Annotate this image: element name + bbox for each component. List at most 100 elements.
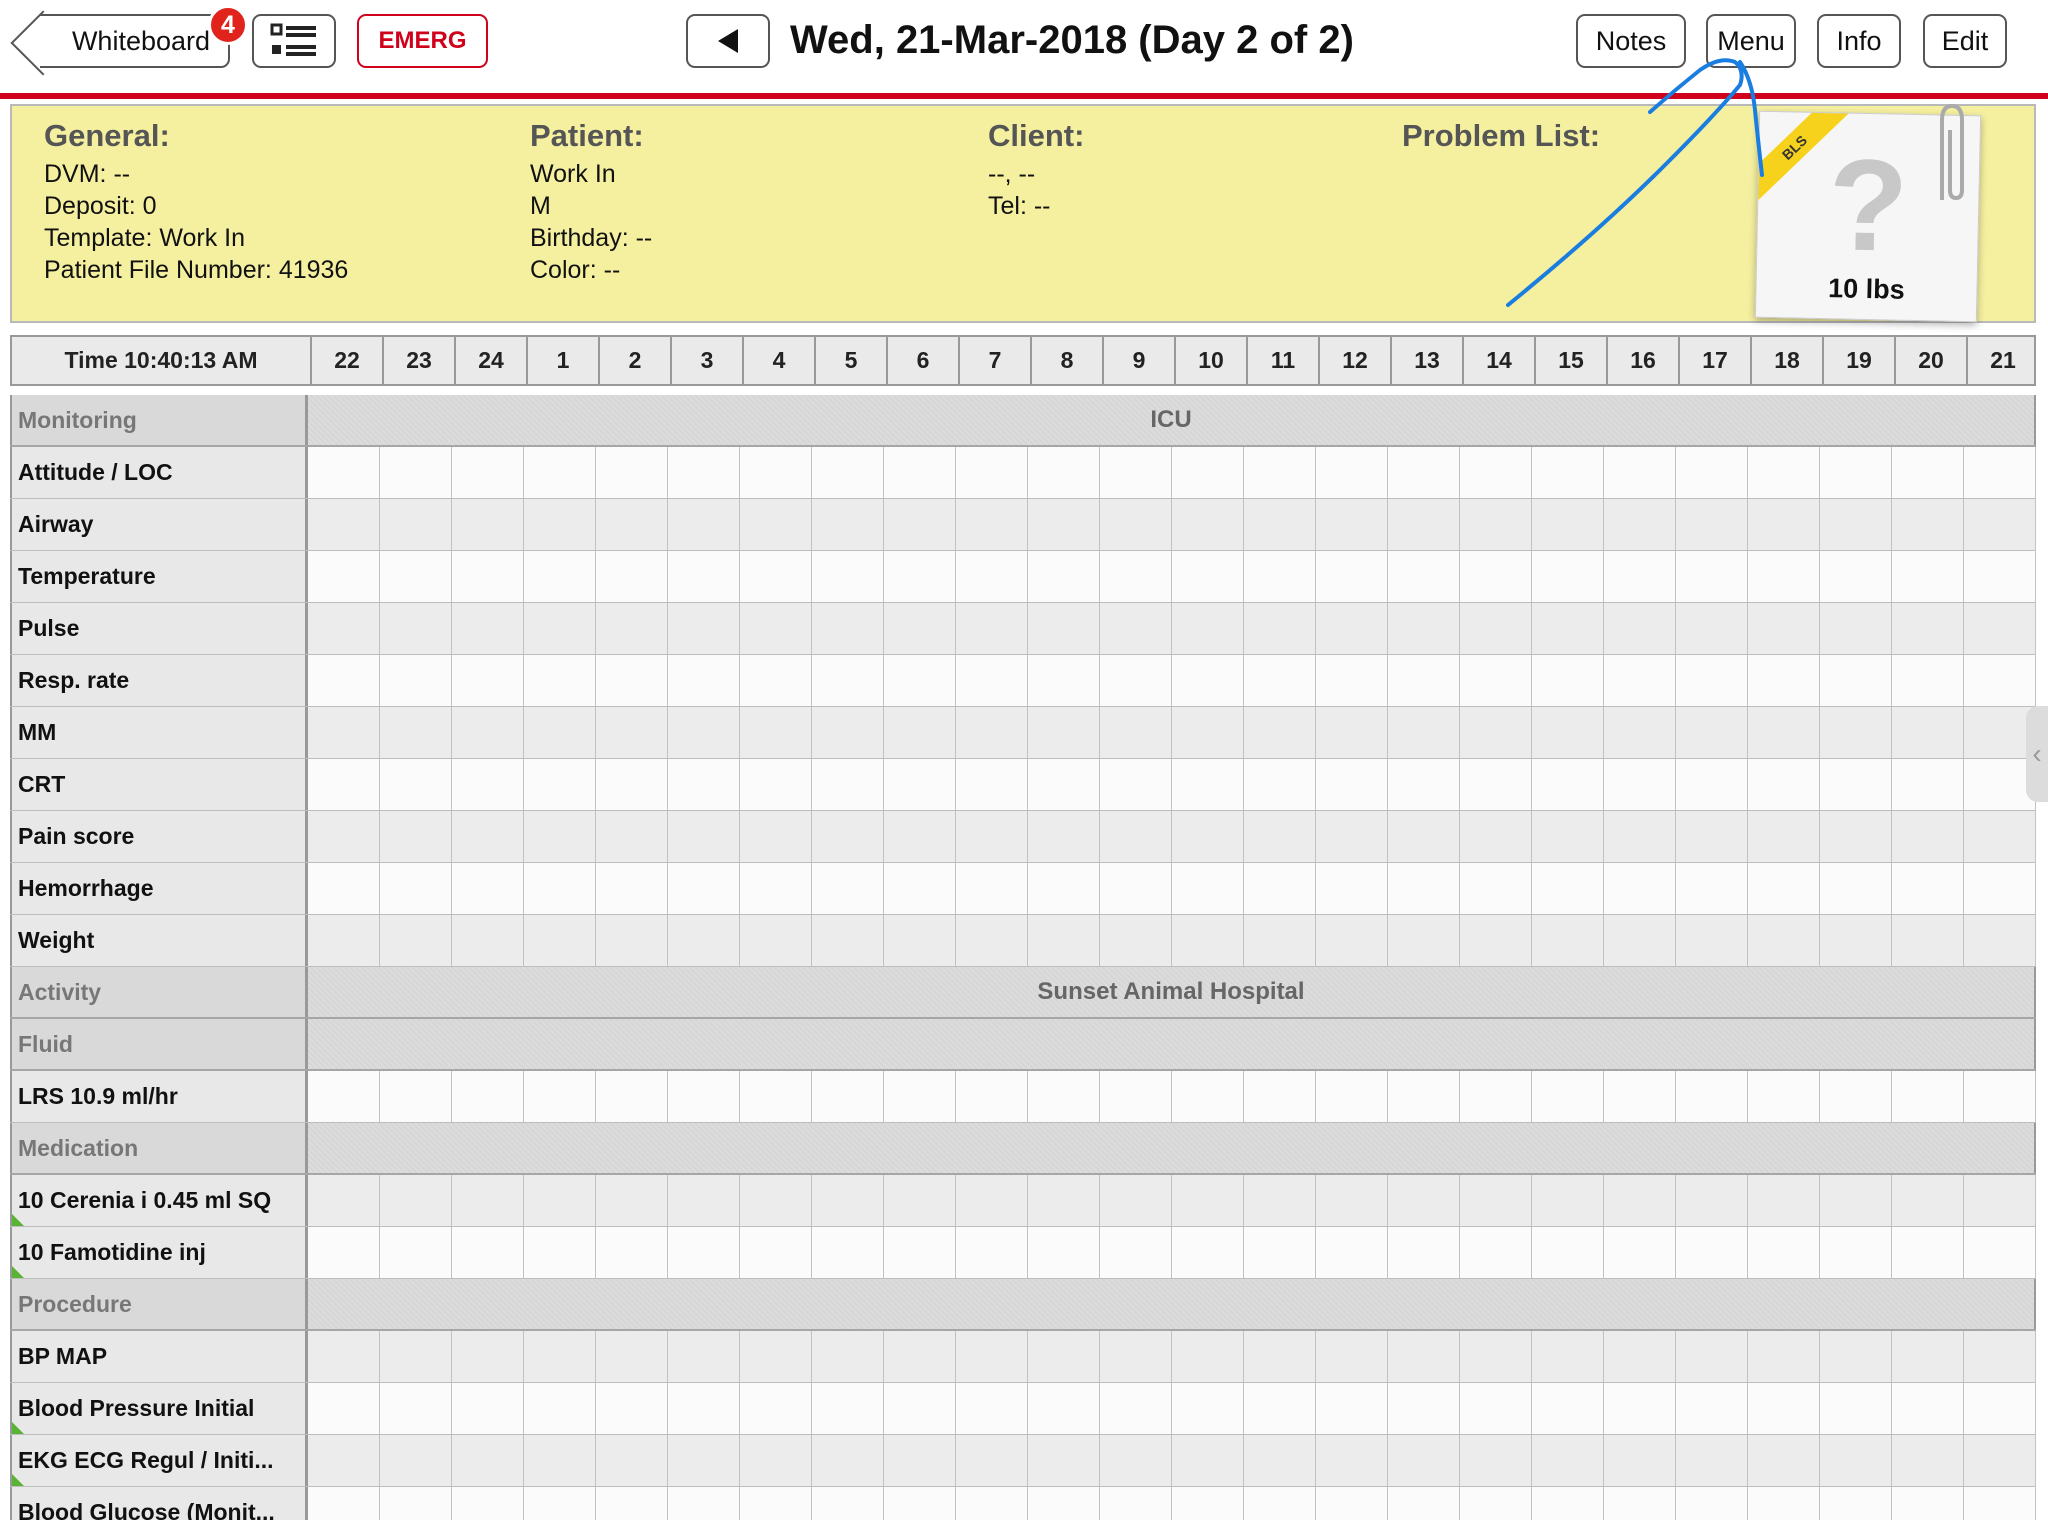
grid-cell[interactable] — [1532, 655, 1604, 706]
grid-cell[interactable] — [524, 1487, 596, 1520]
grid-cell[interactable] — [1892, 915, 1964, 966]
grid-cell[interactable] — [380, 915, 452, 966]
grid-cell[interactable] — [884, 655, 956, 706]
grid-cell[interactable] — [452, 863, 524, 914]
grid-cell[interactable] — [1388, 655, 1460, 706]
grid-cell[interactable] — [1388, 915, 1460, 966]
grid-cell[interactable] — [1100, 759, 1172, 810]
grid-cell[interactable] — [1892, 811, 1964, 862]
grid-cell[interactable] — [1460, 1435, 1532, 1486]
grid-cell[interactable] — [884, 603, 956, 654]
grid-cell[interactable] — [1100, 915, 1172, 966]
grid-cell[interactable] — [1748, 1071, 1820, 1122]
grid-cell[interactable] — [884, 1383, 956, 1434]
grid-cell[interactable] — [524, 707, 596, 758]
grid-cell[interactable] — [1172, 551, 1244, 602]
grid-cell[interactable] — [1964, 811, 2036, 862]
grid-cell[interactable] — [956, 811, 1028, 862]
edit-button[interactable]: Edit — [1923, 14, 2007, 68]
grid-cell[interactable] — [1892, 447, 1964, 498]
grid-cell[interactable] — [1028, 551, 1100, 602]
grid-cell[interactable] — [1388, 603, 1460, 654]
grid-cell[interactable] — [740, 863, 812, 914]
grid-cell[interactable] — [1244, 1175, 1316, 1226]
grid-cell[interactable] — [524, 811, 596, 862]
grid-cell[interactable] — [1676, 915, 1748, 966]
grid-cell[interactable] — [524, 551, 596, 602]
grid-cell[interactable] — [1460, 1227, 1532, 1278]
grid-cell[interactable] — [1172, 1383, 1244, 1434]
grid-cell[interactable] — [740, 499, 812, 550]
grid-cell[interactable] — [1244, 863, 1316, 914]
grid-cell[interactable] — [308, 707, 380, 758]
grid-cell[interactable] — [1892, 1331, 1964, 1382]
grid-cell[interactable] — [1028, 811, 1100, 862]
grid-cell[interactable] — [380, 759, 452, 810]
grid-cell[interactable] — [1532, 1383, 1604, 1434]
grid-cell[interactable] — [1028, 1175, 1100, 1226]
grid-cell[interactable] — [1100, 1071, 1172, 1122]
grid-cell[interactable] — [1460, 707, 1532, 758]
grid-cell[interactable] — [1316, 447, 1388, 498]
grid-cell[interactable] — [1604, 1435, 1676, 1486]
grid-cell[interactable] — [452, 603, 524, 654]
grid-cell[interactable] — [740, 551, 812, 602]
grid-cell[interactable] — [1604, 551, 1676, 602]
grid-cell[interactable] — [812, 499, 884, 550]
grid-cell[interactable] — [1172, 655, 1244, 706]
grid-cell[interactable] — [812, 1383, 884, 1434]
grid-cell[interactable] — [1316, 863, 1388, 914]
list-view-button[interactable] — [252, 14, 336, 68]
grid-cell[interactable] — [1460, 551, 1532, 602]
grid-cell[interactable] — [1748, 1227, 1820, 1278]
problem-list-section[interactable]: Problem List: — [1402, 118, 1600, 158]
treatment-label[interactable]: Airway — [10, 499, 308, 550]
grid-cell[interactable] — [956, 1227, 1028, 1278]
grid-cell[interactable] — [1532, 1175, 1604, 1226]
grid-cell[interactable] — [740, 1383, 812, 1434]
grid-cell[interactable] — [884, 707, 956, 758]
grid-cell[interactable] — [1028, 1435, 1100, 1486]
grid-cell[interactable] — [1172, 603, 1244, 654]
grid-cell[interactable] — [1604, 915, 1676, 966]
grid-cell[interactable] — [596, 1383, 668, 1434]
grid-cell[interactable] — [524, 499, 596, 550]
grid-cell[interactable] — [452, 499, 524, 550]
grid-cell[interactable] — [1388, 499, 1460, 550]
grid-cell[interactable] — [380, 1175, 452, 1226]
treatment-label[interactable]: 10 Cerenia i 0.45 ml SQ — [10, 1175, 308, 1226]
grid-cell[interactable] — [1172, 1435, 1244, 1486]
grid-cell[interactable] — [1892, 551, 1964, 602]
grid-cell[interactable] — [1460, 603, 1532, 654]
grid-cell[interactable] — [1028, 603, 1100, 654]
grid-cell[interactable] — [1388, 1487, 1460, 1520]
grid-cell[interactable] — [1532, 551, 1604, 602]
treatment-label[interactable]: MM — [10, 707, 308, 758]
grid-cell[interactable] — [740, 707, 812, 758]
grid-cell[interactable] — [1316, 915, 1388, 966]
grid-cell[interactable] — [1820, 603, 1892, 654]
grid-cell[interactable] — [524, 863, 596, 914]
grid-cell[interactable] — [1100, 551, 1172, 602]
grid-cell[interactable] — [1244, 1071, 1316, 1122]
grid-cell[interactable] — [1532, 759, 1604, 810]
grid-cell[interactable] — [524, 1383, 596, 1434]
grid-cell[interactable] — [1100, 1331, 1172, 1382]
grid-cell[interactable] — [1604, 1487, 1676, 1520]
grid-cell[interactable] — [668, 811, 740, 862]
grid-cell[interactable] — [1892, 499, 1964, 550]
grid-cell[interactable] — [1604, 447, 1676, 498]
grid-cell[interactable] — [1532, 1227, 1604, 1278]
grid-cell[interactable] — [1460, 1175, 1532, 1226]
grid-cell[interactable] — [1532, 1435, 1604, 1486]
grid-cell[interactable] — [740, 1175, 812, 1226]
grid-cell[interactable] — [668, 1227, 740, 1278]
grid-cell[interactable] — [1532, 1487, 1604, 1520]
grid-cell[interactable] — [452, 1175, 524, 1226]
grid-cell[interactable] — [1316, 603, 1388, 654]
grid-cell[interactable] — [1388, 551, 1460, 602]
grid-cell[interactable] — [1028, 655, 1100, 706]
grid-cell[interactable] — [524, 1331, 596, 1382]
grid-cell[interactable] — [524, 655, 596, 706]
grid-cell[interactable] — [668, 915, 740, 966]
